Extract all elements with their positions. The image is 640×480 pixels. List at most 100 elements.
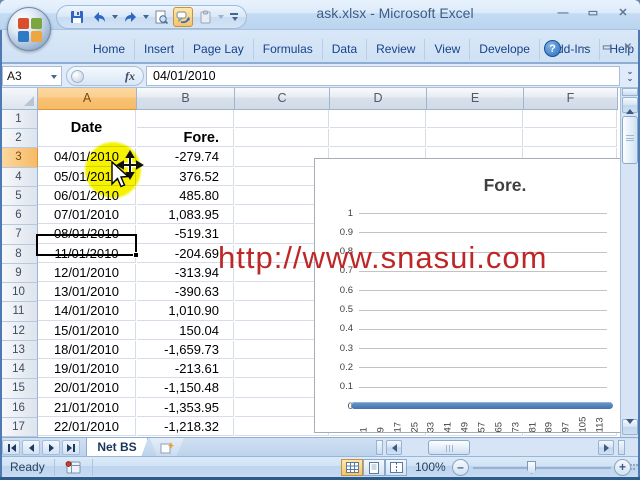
- maximize-button[interactable]: ▭: [582, 6, 604, 22]
- cell-B15[interactable]: -1,150.48: [137, 379, 234, 397]
- office-button[interactable]: [7, 7, 51, 51]
- cell-B10[interactable]: -390.63: [137, 283, 234, 301]
- workbook-close-button[interactable]: ✕: [624, 42, 632, 53]
- cell-A14[interactable]: 19/01/2010: [38, 360, 136, 378]
- cell-B11[interactable]: 1,010.90: [137, 302, 234, 320]
- ribbon-tab-formulas[interactable]: Formulas: [254, 39, 323, 60]
- row-header-11[interactable]: 11: [0, 302, 38, 321]
- insert-function-button[interactable]: fx: [66, 66, 144, 86]
- name-box[interactable]: A3: [2, 66, 62, 86]
- cell-D2[interactable]: [330, 129, 426, 147]
- cell-B3[interactable]: -279.74: [137, 148, 234, 166]
- column-header-f[interactable]: F: [524, 88, 618, 110]
- vertical-scroll-thumb[interactable]: [622, 116, 638, 164]
- ribbon-tab-view[interactable]: View: [425, 39, 470, 60]
- scroll-left-icon[interactable]: [386, 440, 402, 455]
- zoom-level[interactable]: 100%: [415, 460, 449, 474]
- next-sheet-icon[interactable]: [42, 440, 60, 455]
- zoom-slider-track[interactable]: [473, 467, 611, 469]
- scroll-down-icon[interactable]: [622, 419, 638, 435]
- ribbon-tab-page-lay[interactable]: Page Lay: [184, 39, 254, 60]
- cell-C2[interactable]: [235, 129, 329, 147]
- column-header-a[interactable]: A: [38, 88, 137, 110]
- cell-A16[interactable]: 21/01/2010: [38, 399, 136, 417]
- page-layout-view-icon[interactable]: [363, 459, 385, 476]
- save-icon[interactable]: [67, 7, 87, 27]
- column-header-d[interactable]: D: [330, 88, 427, 110]
- cell-A9[interactable]: 12/01/2010: [38, 264, 136, 282]
- row-header-8[interactable]: 8: [0, 245, 38, 264]
- row-header-3[interactable]: 3: [0, 148, 38, 167]
- row-header-9[interactable]: 9: [0, 264, 38, 283]
- cell-B14[interactable]: -213.61: [137, 360, 234, 378]
- scroll-right-icon[interactable]: [598, 440, 614, 455]
- row-header-15[interactable]: 15: [0, 379, 38, 398]
- zoom-slider-thumb[interactable]: [527, 461, 536, 474]
- cell-E2[interactable]: [427, 129, 523, 147]
- expand-formula-bar-icon[interactable]: ⌄⌄: [623, 68, 637, 84]
- row-header-4[interactable]: 4: [0, 168, 38, 187]
- first-sheet-icon[interactable]: [2, 440, 20, 455]
- cell-B2[interactable]: Fore.: [137, 129, 234, 147]
- row-header-5[interactable]: 5: [0, 187, 38, 206]
- formula-input[interactable]: 04/01/2010: [146, 66, 620, 86]
- row-header-6[interactable]: 6: [0, 206, 38, 225]
- cell-D1[interactable]: [330, 110, 426, 128]
- ribbon-tab-home[interactable]: Home: [84, 39, 135, 60]
- workbook-minimize-button[interactable]: —: [580, 42, 590, 53]
- name-box-dropdown-icon[interactable]: [51, 75, 57, 79]
- cell-A11[interactable]: 14/01/2010: [38, 302, 136, 320]
- row-header-1[interactable]: 1: [0, 110, 38, 129]
- fill-handle[interactable]: [133, 252, 139, 258]
- customize-qat-icon[interactable]: [230, 13, 238, 21]
- close-button[interactable]: ✕: [612, 6, 634, 22]
- select-all-corner[interactable]: [0, 88, 38, 110]
- cell-B17[interactable]: -1,218.32: [137, 418, 234, 436]
- ribbon-tab-develope[interactable]: Develope: [470, 39, 540, 60]
- zoom-out-icon[interactable]: –: [452, 459, 469, 476]
- horizontal-scroll-thumb[interactable]: [428, 440, 470, 455]
- sheet-tab-net-bs[interactable]: Net BS: [86, 438, 148, 457]
- cell-A6[interactable]: 07/01/2010: [38, 206, 136, 224]
- cell-A17[interactable]: 22/01/2010: [38, 418, 136, 436]
- row-header-16[interactable]: 16: [0, 399, 38, 418]
- column-header-e[interactable]: E: [427, 88, 524, 110]
- row-header-12[interactable]: 12: [0, 322, 38, 341]
- row-header-13[interactable]: 13: [0, 341, 38, 360]
- row-header-2[interactable]: 2: [0, 129, 38, 148]
- ribbon-tab-review[interactable]: Review: [367, 39, 425, 60]
- cell-B4[interactable]: 376.52: [137, 168, 234, 186]
- column-header-c[interactable]: C: [235, 88, 330, 110]
- cell-E1[interactable]: [427, 110, 523, 128]
- help-icon[interactable]: ?: [544, 40, 561, 57]
- redo-dropdown-icon[interactable]: [143, 15, 149, 19]
- cell-A10[interactable]: 13/01/2010: [38, 283, 136, 301]
- cell-B6[interactable]: 1,083.95: [137, 206, 234, 224]
- cell-B1[interactable]: [137, 110, 234, 128]
- print-preview-icon[interactable]: [151, 7, 171, 27]
- macro-record-icon[interactable]: [62, 459, 84, 476]
- undo-icon[interactable]: [89, 7, 109, 27]
- vertical-scrollbar[interactable]: [620, 88, 638, 437]
- row-header-10[interactable]: 10: [0, 283, 38, 302]
- row-header-14[interactable]: 14: [0, 360, 38, 379]
- cell-B16[interactable]: -1,353.95: [137, 399, 234, 417]
- show-comments-icon[interactable]: [173, 7, 193, 27]
- cell-C1[interactable]: [235, 110, 329, 128]
- column-header-b[interactable]: B: [137, 88, 235, 110]
- minimize-button[interactable]: —: [552, 6, 574, 22]
- ribbon-tab-data[interactable]: Data: [323, 39, 367, 60]
- cell-F2[interactable]: [524, 129, 617, 147]
- insert-worksheet-tab[interactable]: [150, 438, 184, 457]
- cell-B5[interactable]: 485.80: [137, 187, 234, 205]
- horizontal-split-handle-right[interactable]: [618, 440, 625, 455]
- cell-B12[interactable]: 150.04: [137, 322, 234, 340]
- last-sheet-icon[interactable]: [62, 440, 80, 455]
- redo-icon[interactable]: [120, 7, 140, 27]
- chart-object[interactable]: Fore. 10.90.80.70.60.50.40.30.20.1019172…: [314, 158, 636, 433]
- cell-A13[interactable]: 18/01/2010: [38, 341, 136, 359]
- undo-dropdown-icon[interactable]: [112, 15, 118, 19]
- row-header-7[interactable]: 7: [0, 225, 38, 244]
- previous-sheet-icon[interactable]: [22, 440, 40, 455]
- selected-cell-border[interactable]: [36, 234, 137, 256]
